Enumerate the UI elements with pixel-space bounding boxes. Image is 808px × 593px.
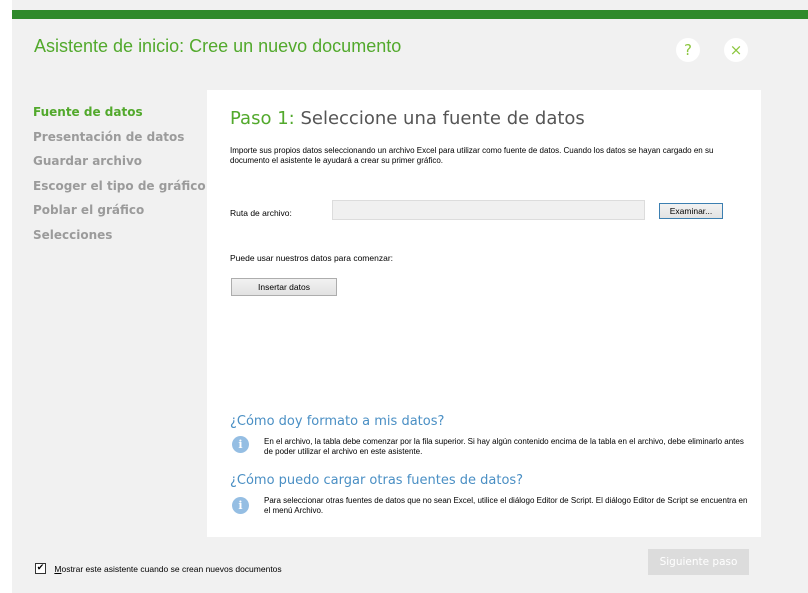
info-icon: i bbox=[232, 436, 249, 453]
insert-data-button[interactable]: Insertar datos bbox=[231, 278, 337, 296]
show-wizard-label[interactable]: Mostrar este asistente cuando se crean n… bbox=[54, 564, 281, 574]
help-button[interactable]: ? bbox=[676, 38, 700, 62]
faq-other-sources-title: ¿Cómo puedo cargar otras fuentes de dato… bbox=[230, 473, 524, 488]
step-choose-chart-type[interactable]: Escoger el tipo de gráfico bbox=[33, 179, 206, 204]
start-wizard-dialog: Asistente de inicio: Cree un nuevo docum… bbox=[12, 0, 808, 593]
browse-button[interactable]: Examinar... bbox=[659, 203, 723, 219]
faq-format-title: ¿Cómo doy formato a mis datos? bbox=[230, 414, 445, 429]
wizard-steps-sidebar: Fuente de datos Presentación de datos Gu… bbox=[33, 105, 206, 253]
close-button[interactable]: × bbox=[724, 38, 748, 62]
info-icon: i bbox=[232, 497, 249, 514]
step-populate-chart[interactable]: Poblar el gráfico bbox=[33, 203, 206, 228]
intro-text: Importe sus propios datos seleccionando … bbox=[230, 146, 714, 165]
top-accent-bar bbox=[12, 10, 808, 19]
step-title: Seleccione una fuente de datos bbox=[300, 108, 585, 129]
file-path-label: Ruta de archivo: bbox=[230, 208, 292, 218]
show-wizard-label-text: ostrar este asistente cuando se crean nu… bbox=[61, 563, 282, 574]
question-mark-icon: ? bbox=[684, 41, 692, 59]
window-title: Asistente de inicio: Cree un nuevo docum… bbox=[34, 36, 402, 56]
step-save-file[interactable]: Guardar archivo bbox=[33, 154, 206, 179]
step-data-presentation[interactable]: Presentación de datos bbox=[33, 130, 206, 155]
use-sample-data-text: Puede usar nuestros datos para comenzar: bbox=[230, 253, 394, 263]
show-wizard-checkbox[interactable]: ✔ bbox=[35, 563, 46, 575]
next-step-button[interactable]: Siguiente paso bbox=[648, 549, 749, 575]
step-number: Paso 1: bbox=[230, 108, 295, 129]
faq-other-sources-text: Para seleccionar otras fuentes de datos … bbox=[264, 496, 748, 515]
step-content-panel: Paso 1: Seleccione una fuente de datos I… bbox=[207, 90, 761, 537]
step-data-source[interactable]: Fuente de datos bbox=[33, 105, 206, 130]
file-path-input[interactable] bbox=[332, 200, 645, 220]
step-selections[interactable]: Selecciones bbox=[33, 228, 206, 253]
show-wizard-option[interactable]: ✔ Mostrar este asistente cuando se crean… bbox=[35, 563, 282, 575]
close-icon: × bbox=[729, 41, 743, 59]
faq-format-text: En el archivo, la tabla debe comenzar po… bbox=[264, 437, 744, 456]
step-heading: Paso 1: Seleccione una fuente de datos bbox=[230, 108, 585, 129]
